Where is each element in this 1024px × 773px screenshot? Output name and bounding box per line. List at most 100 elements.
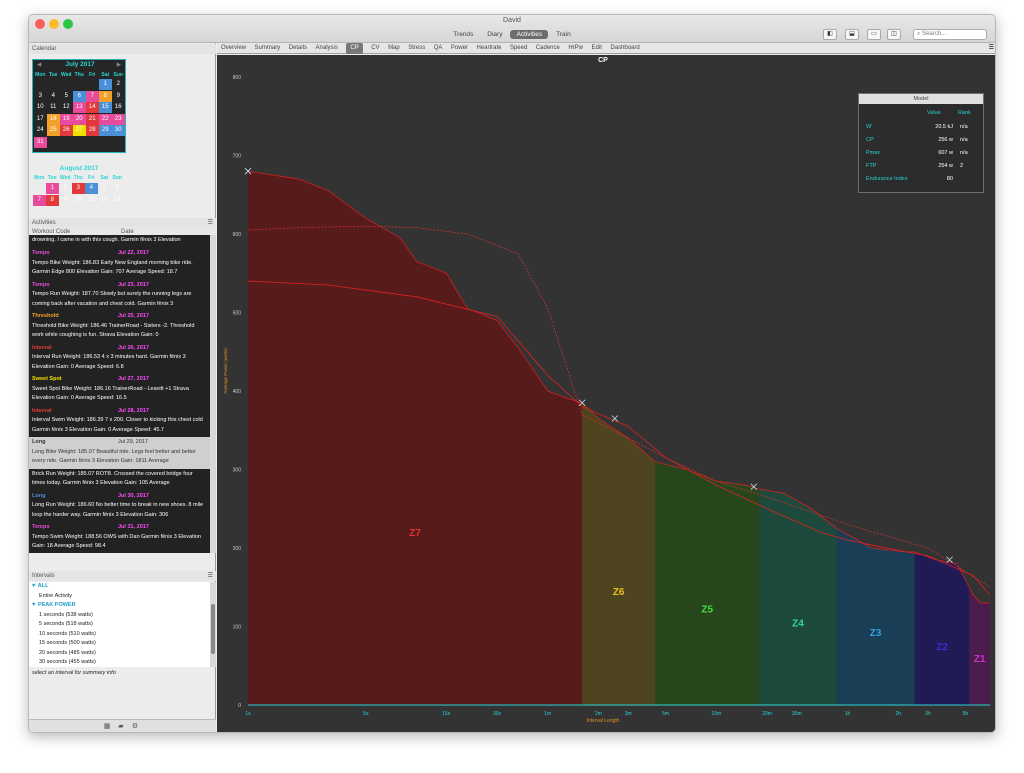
calendar-day[interactable]: 24	[34, 125, 47, 136]
activity-item[interactable]: Long Jul 30, 2017 Long Run Weight: 186.60 …	[29, 491, 210, 523]
calendar-day[interactable]: 13	[111, 195, 124, 206]
interval-item[interactable]: 1 seconds (538 watts)	[29, 611, 210, 621]
calendar-day[interactable]: 8	[99, 90, 112, 102]
interval-item[interactable]: 30 seconds (455 watts)	[29, 658, 210, 667]
calendar-day[interactable]: 22	[99, 113, 112, 125]
calendar-day[interactable]: 11	[47, 102, 60, 113]
subtab-dashboard[interactable]: Dashboard	[610, 43, 639, 54]
calendar-day[interactable]: 12	[98, 195, 111, 206]
subtab-hrpw[interactable]: HrPw	[568, 43, 583, 54]
activity-item[interactable]: Tempo Jul 22, 2017 Tempo Bike Weight: 186.…	[29, 248, 210, 280]
interval-item[interactable]: 5 seconds (518 watts)	[29, 620, 210, 630]
calendar-day[interactable]: 15	[46, 206, 59, 207]
subtab-cadence[interactable]: Cadence	[536, 43, 560, 54]
subtab-stress[interactable]: Stress	[408, 43, 425, 54]
activities-scrollbar[interactable]	[210, 235, 216, 553]
calendar-day[interactable]: 8	[46, 194, 59, 206]
calendar-day[interactable]: 17	[34, 114, 47, 125]
subtab-analysis[interactable]: Analysis	[316, 43, 338, 54]
activity-item[interactable]: Tempo Jul 31, 2017 Tempo Swim Weight: 188.…	[29, 522, 210, 553]
interval-item[interactable]: 15 seconds (500 watts)	[29, 639, 210, 649]
calendar-day[interactable]: 31	[34, 136, 47, 148]
tab-view-icon[interactable]: ◫	[887, 29, 901, 40]
calendar-day[interactable]: 20	[111, 206, 124, 207]
calendar-day[interactable]: 27	[73, 125, 86, 136]
calendar-day[interactable]: 5	[60, 91, 73, 102]
calendar-day[interactable]: 1	[46, 183, 59, 194]
toggle-bottom-pane-icon[interactable]: ⬓	[845, 29, 859, 40]
calendar-day[interactable]: 7	[86, 90, 99, 102]
subtab-overview[interactable]: Overview	[221, 43, 246, 54]
interval-group[interactable]: ▼ PEAK POWER	[29, 601, 210, 611]
calendar-day[interactable]: 7	[33, 194, 46, 206]
scroll-thumb[interactable]	[211, 604, 215, 654]
subtab-map[interactable]: Map	[388, 43, 400, 54]
calendar-day[interactable]: 20	[73, 113, 86, 125]
calendar-day[interactable]: 26	[60, 125, 73, 136]
calendar-day[interactable]: 10	[72, 195, 85, 206]
calendar-day[interactable]: 3	[72, 183, 85, 194]
calendar-day[interactable]: 23	[112, 113, 125, 125]
subtab-details[interactable]: Details	[289, 43, 307, 54]
subtab-cv[interactable]: CV	[371, 43, 379, 54]
calendar-day[interactable]: 13	[73, 102, 86, 113]
calendar-day[interactable]: 4	[47, 91, 60, 102]
calendar-day[interactable]: 10	[34, 102, 47, 113]
interval-item[interactable]: 20 seconds (485 watts)	[29, 649, 210, 659]
activity-item[interactable]: drowning. I came in with this cough. Gar…	[29, 235, 210, 248]
folder-icon[interactable]: ▰	[117, 723, 125, 731]
tab-activities[interactable]: Activities	[510, 30, 549, 39]
calendar-day[interactable]: 2	[112, 79, 125, 90]
calendar-day[interactable]: 15	[99, 102, 112, 113]
gear-icon[interactable]: ⚙	[131, 723, 139, 731]
calendar-day[interactable]: 17	[72, 206, 85, 207]
calendar-day[interactable]: 18	[47, 113, 60, 125]
calendar-day[interactable]: 19	[60, 113, 73, 125]
tab-trends[interactable]: Trends	[447, 30, 479, 39]
calendar-day[interactable]: 30	[112, 125, 125, 136]
calendar-day[interactable]: 16	[112, 102, 125, 113]
menu-icon[interactable]: ☰	[989, 43, 994, 54]
calendar-day[interactable]: 29	[99, 125, 112, 136]
tile-view-icon[interactable]: ▭	[867, 29, 881, 40]
intervals-scrollbar[interactable]	[210, 582, 216, 667]
calendar-day[interactable]: 25	[47, 125, 60, 136]
calendar-day[interactable]: 16	[59, 206, 72, 207]
calendar-day[interactable]: 6	[111, 183, 124, 194]
activity-item[interactable]: Brick Run Weight: 185.07 ROTB. Crossed t…	[29, 469, 210, 491]
calendar-day[interactable]: 3	[34, 91, 47, 102]
calendar-day[interactable]: 12	[60, 102, 73, 113]
calendar-day[interactable]: 14	[33, 206, 46, 207]
calendar-day[interactable]: 28	[86, 125, 99, 136]
activity-item[interactable]: Sweet Spot Jul 27, 2017 Sweet Spot Bike We…	[29, 374, 210, 406]
subtab-heartrate[interactable]: Heartrate	[476, 43, 501, 54]
activity-item[interactable]: Interval Jul 26, 2017 Interval Run Weight:…	[29, 343, 210, 375]
calendar-day[interactable]: 21	[86, 113, 99, 125]
tab-diary[interactable]: Diary	[481, 30, 508, 39]
interval-group[interactable]: ▼ ALL	[29, 582, 210, 592]
calendar-day[interactable]: 14	[86, 102, 99, 113]
activity-item[interactable]: Interval Jul 28, 2017 Interval Swim Weight…	[29, 406, 210, 438]
calendar-day[interactable]: 5	[98, 183, 111, 194]
calendar-day[interactable]: 9	[112, 91, 125, 102]
search-input[interactable]: ⌕ Search...	[913, 29, 987, 40]
subtab-summary[interactable]: Summary	[255, 43, 281, 54]
subtab-power[interactable]: Power	[451, 43, 468, 54]
subtab-qa[interactable]: QA	[434, 43, 443, 54]
calendar-icon[interactable]: ▦	[103, 723, 111, 731]
calendar-day[interactable]: 19	[98, 206, 111, 207]
menu-icon[interactable]: ☰	[208, 571, 213, 581]
subtab-edit[interactable]: Edit	[592, 43, 602, 54]
activity-item[interactable]: Tempo Jul 23, 2017 Tempo Run Weight: 187.7…	[29, 280, 210, 312]
calendar-day[interactable]: 2	[59, 183, 72, 194]
toggle-sidebar-icon[interactable]: ◧	[823, 29, 837, 40]
subtab-speed[interactable]: Speed	[510, 43, 527, 54]
calendar-day[interactable]: 11	[85, 195, 98, 206]
calendar-day[interactable]: 4	[85, 183, 98, 194]
calendar-day[interactable]: 18	[85, 206, 98, 207]
activity-item[interactable]: Threshold Jul 25, 2017 Threshold Bike Weig…	[29, 311, 210, 343]
calendar-day[interactable]: 6	[73, 90, 86, 102]
calendar-day[interactable]: 9	[59, 195, 72, 206]
tab-train[interactable]: Train	[550, 30, 577, 39]
subtab-cp[interactable]: CP	[346, 43, 363, 54]
